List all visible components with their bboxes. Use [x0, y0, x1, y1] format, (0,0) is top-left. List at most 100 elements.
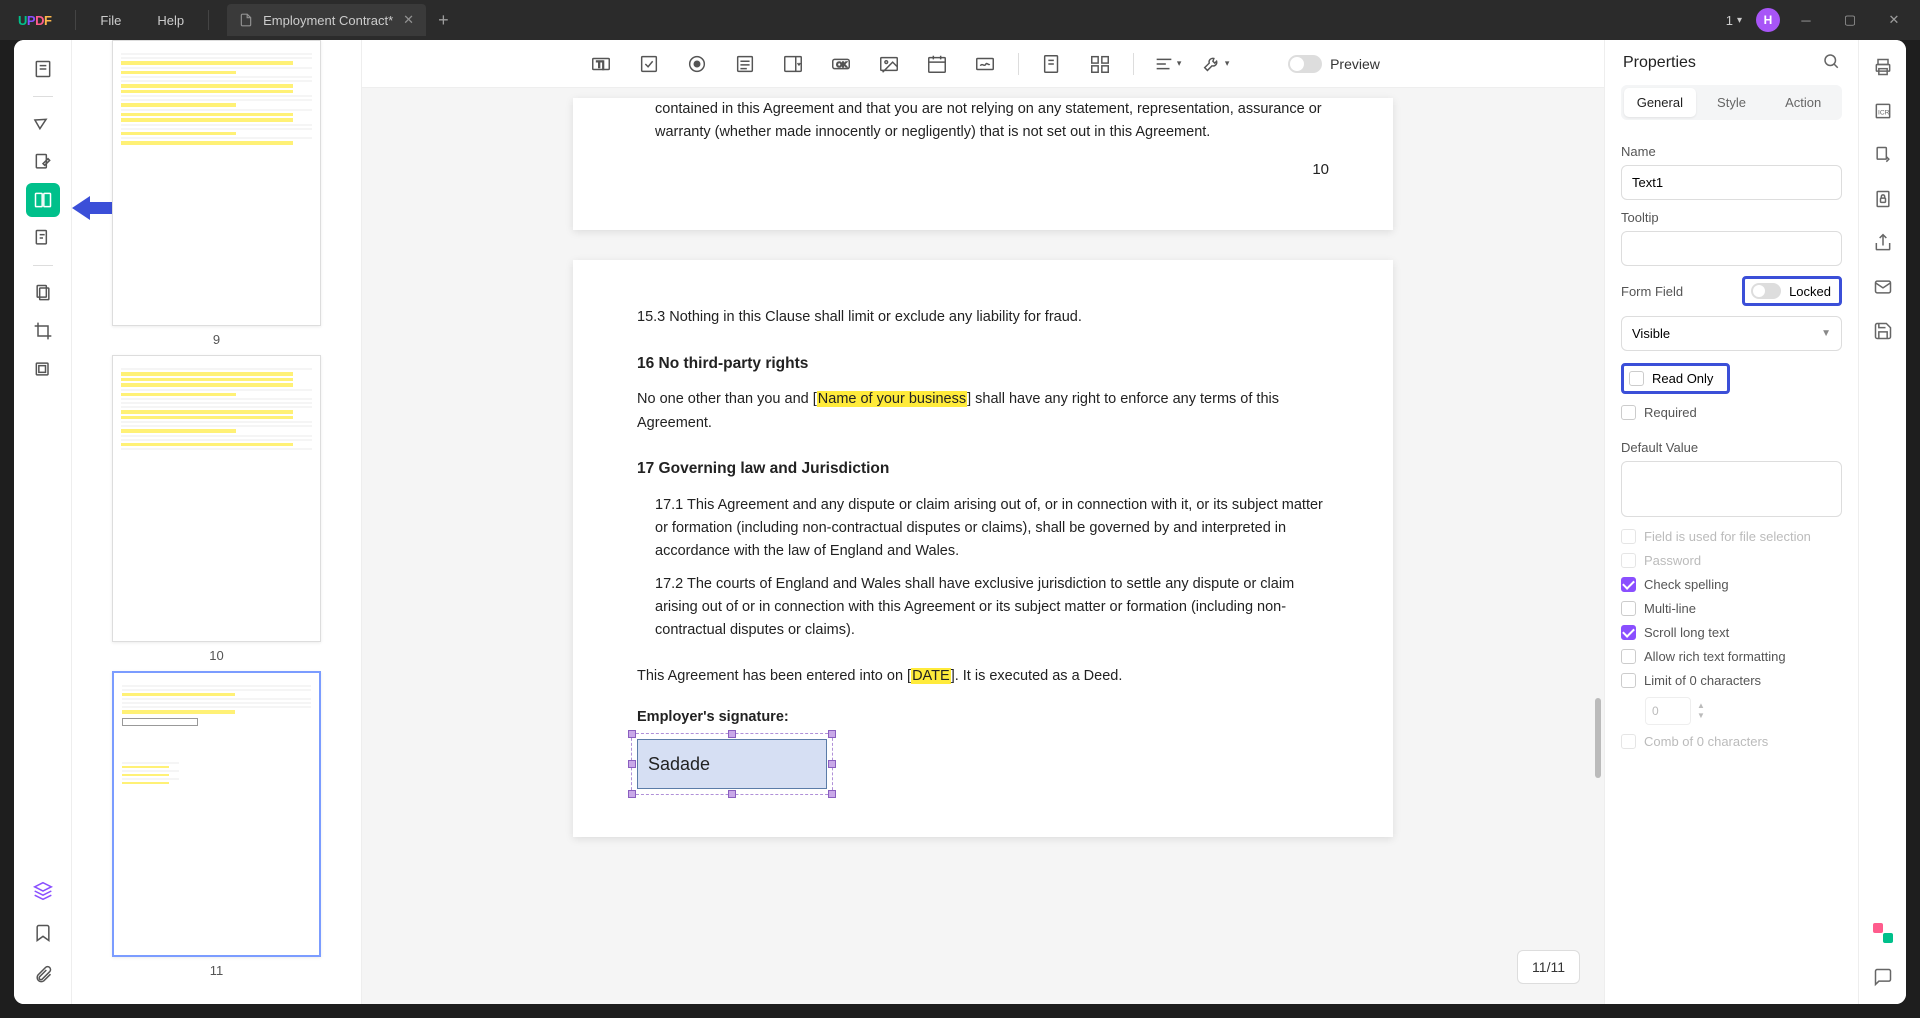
tooltip-input[interactable]	[1621, 231, 1842, 266]
window-close-icon[interactable]: ✕	[1876, 0, 1912, 40]
thumbnail-page-11[interactable]: 11	[112, 671, 321, 978]
save-icon[interactable]	[1870, 318, 1896, 344]
checkbox-icon[interactable]	[634, 49, 664, 79]
preview-switch[interactable]	[1288, 55, 1322, 73]
comment-tool[interactable]	[26, 107, 60, 141]
readonly-checkbox[interactable]	[1629, 371, 1644, 386]
thumb-num-9: 9	[112, 332, 321, 347]
app-logo: UPDF	[0, 13, 69, 28]
spelling-checkbox[interactable]	[1621, 577, 1636, 592]
image-field-icon[interactable]	[874, 49, 904, 79]
signature-field-icon[interactable]	[970, 49, 1000, 79]
date-field-icon[interactable]	[922, 49, 952, 79]
page-indicator[interactable]: 11/11	[1517, 950, 1580, 984]
limit-checkbox[interactable]	[1621, 673, 1636, 688]
scrollbar-thumb[interactable]	[1595, 698, 1601, 778]
readonly-callout: Read Only	[1621, 363, 1730, 394]
chat-icon[interactable]	[1870, 964, 1896, 990]
scroll-checkbox[interactable]	[1621, 625, 1636, 640]
organize-tool[interactable]	[26, 221, 60, 255]
resize-handle[interactable]	[628, 730, 636, 738]
window-maximize-icon[interactable]: ▢	[1832, 0, 1868, 40]
name-input[interactable]	[1621, 165, 1842, 200]
convert-icon[interactable]	[1870, 142, 1896, 168]
signature-form-field[interactable]: Sadade	[637, 739, 827, 789]
limit-input[interactable]	[1645, 697, 1691, 725]
stepper-up-icon[interactable]: ▲	[1697, 702, 1705, 710]
edit-tool[interactable]	[26, 145, 60, 179]
file-selection-checkbox	[1621, 529, 1636, 544]
tab-style[interactable]: Style	[1696, 88, 1768, 117]
print-icon[interactable]	[1870, 54, 1896, 80]
share-icon[interactable]	[1870, 230, 1896, 256]
locked-callout: Locked	[1742, 276, 1842, 306]
ai-icon[interactable]	[1870, 920, 1896, 946]
resize-handle[interactable]	[728, 790, 736, 798]
multiline-checkbox[interactable]	[1621, 601, 1636, 616]
attachment-tool[interactable]	[26, 958, 60, 992]
radio-icon[interactable]	[682, 49, 712, 79]
resize-handle[interactable]	[628, 760, 636, 768]
form-recognize-icon[interactable]	[1037, 49, 1067, 79]
protect-icon[interactable]	[1870, 186, 1896, 212]
crop-tool[interactable]	[26, 314, 60, 348]
bookmark-tool[interactable]	[26, 916, 60, 950]
locked-switch[interactable]	[1751, 283, 1781, 299]
new-tab-button[interactable]: +	[426, 10, 461, 31]
tab-close-icon[interactable]: ✕	[403, 12, 414, 28]
layers-tool[interactable]	[26, 874, 60, 908]
resize-handle[interactable]	[728, 730, 736, 738]
window-minimize-icon[interactable]: ─	[1788, 0, 1824, 40]
default-value-input[interactable]	[1621, 461, 1842, 517]
visibility-select[interactable]: Visible ▼	[1621, 316, 1842, 351]
menu-help[interactable]: Help	[139, 13, 202, 28]
required-checkbox[interactable]	[1621, 405, 1636, 420]
listbox-icon[interactable]	[730, 49, 760, 79]
paragraph-date: This Agreement has been entered into on …	[637, 665, 1329, 688]
resize-handle[interactable]	[828, 730, 836, 738]
tools-icon[interactable]: ▾	[1200, 49, 1230, 79]
dropdown-icon[interactable]	[778, 49, 808, 79]
form-tool[interactable]	[26, 183, 60, 217]
preview-toggle[interactable]: Preview	[1288, 55, 1380, 73]
reader-tool[interactable]	[26, 52, 60, 86]
left-sidebar	[14, 40, 72, 1004]
thumbnail-page-10[interactable]: 10	[112, 355, 321, 662]
tab-action[interactable]: Action	[1767, 88, 1839, 117]
multi-field-icon[interactable]	[1085, 49, 1115, 79]
rich-text-checkbox[interactable]	[1621, 649, 1636, 664]
spelling-label: Check spelling	[1644, 577, 1729, 592]
page-10-sheet: contained in this Agreement and that you…	[573, 98, 1393, 230]
search-icon[interactable]	[1822, 52, 1840, 73]
thumbnail-page-9[interactable]: 9	[112, 40, 321, 347]
field-value[interactable]: Sadade	[637, 739, 827, 789]
property-tabs: General Style Action	[1621, 85, 1842, 120]
resize-handle[interactable]	[628, 790, 636, 798]
heading-16: 16 No third-party rights	[637, 352, 1329, 377]
resize-handle[interactable]	[828, 790, 836, 798]
email-icon[interactable]	[1870, 274, 1896, 300]
paragraph: contained in this Agreement and that you…	[637, 98, 1329, 144]
document-icon	[239, 13, 253, 27]
tab-general[interactable]: General	[1624, 88, 1696, 117]
user-avatar[interactable]: H	[1756, 8, 1780, 32]
ocr-icon[interactable]: ICR	[1870, 98, 1896, 124]
button-icon[interactable]: OK	[826, 49, 856, 79]
name-label: Name	[1621, 144, 1842, 159]
redact-tool[interactable]	[26, 352, 60, 386]
limit-stepper[interactable]: ▲▼	[1645, 697, 1842, 725]
resize-handle[interactable]	[828, 760, 836, 768]
comb-checkbox	[1621, 734, 1636, 749]
stepper-down-icon[interactable]: ▼	[1697, 712, 1705, 720]
text-field-icon[interactable]: T|	[586, 49, 616, 79]
document-scroll[interactable]: contained in this Agreement and that you…	[362, 88, 1604, 1004]
document-tab[interactable]: Employment Contract* ✕	[227, 4, 426, 36]
menu-file[interactable]: File	[82, 13, 139, 28]
paragraph-16: No one other than you and [Name of your …	[637, 388, 1329, 434]
limit-label: Limit of 0 characters	[1644, 673, 1761, 688]
page-dropdown[interactable]: 1 ▾	[1720, 13, 1748, 28]
align-icon[interactable]: ▾	[1152, 49, 1182, 79]
tab-title: Employment Contract*	[263, 13, 393, 28]
page-tool[interactable]	[26, 276, 60, 310]
thumbnail-panel[interactable]: 9 10 11	[72, 40, 362, 1004]
